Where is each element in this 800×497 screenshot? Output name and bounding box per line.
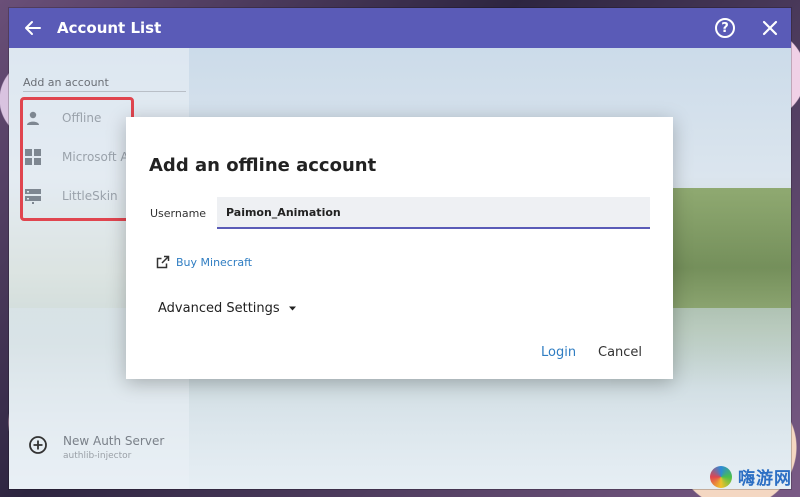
new-auth-server-button[interactable]: New Auth Server authlib-injector <box>28 434 164 461</box>
close-button[interactable] <box>760 18 780 38</box>
add-circle-icon <box>29 436 47 454</box>
add-offline-account-dialog: Add an offline account Username Buy Mine… <box>126 117 673 379</box>
buy-minecraft-label: Buy Minecraft <box>176 255 253 269</box>
login-button[interactable]: Login <box>541 345 576 360</box>
app-window: Account List ? Add an account Offline Mi… <box>9 8 791 489</box>
annotation-highlight-box <box>20 97 134 221</box>
buy-minecraft-link[interactable]: Buy Minecraft <box>156 255 252 269</box>
new-auth-server-label: New Auth Server <box>63 434 165 448</box>
help-icon: ? <box>721 20 729 36</box>
external-link-icon <box>156 255 170 269</box>
site-watermark: 嗨游网 <box>710 464 792 489</box>
help-button[interactable]: ? <box>715 18 735 38</box>
add-account-heading: Add an account <box>23 76 186 92</box>
watermark-text: 嗨游网 <box>738 469 792 489</box>
advanced-settings-toggle[interactable]: Advanced Settings <box>158 301 297 316</box>
page-title: Account List <box>57 19 162 37</box>
watermark-logo-icon <box>710 465 732 488</box>
cancel-button[interactable]: Cancel <box>598 345 642 360</box>
dialog-title: Add an offline account <box>149 155 377 176</box>
username-label: Username <box>150 207 207 220</box>
advanced-settings-label: Advanced Settings <box>158 301 280 316</box>
caret-down-icon <box>288 306 296 311</box>
username-input[interactable] <box>217 197 650 229</box>
new-auth-server-sublabel: authlib-injector <box>63 451 132 461</box>
back-button[interactable] <box>22 17 44 39</box>
title-bar: Account List ? <box>9 8 791 48</box>
close-icon <box>762 20 778 36</box>
arrow-left-icon <box>25 21 41 35</box>
